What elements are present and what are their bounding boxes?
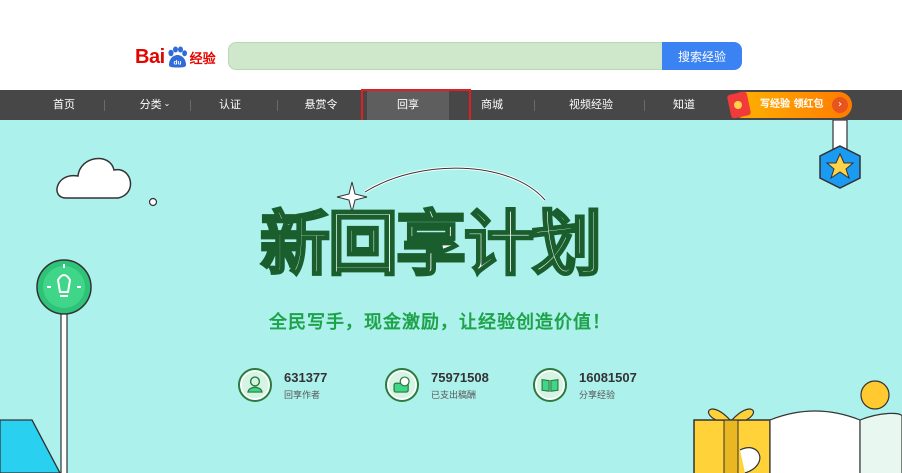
logo-text-bai: Bai: [135, 45, 165, 68]
baidu-jingyan-logo[interactable]: Bai du 经验: [135, 44, 216, 70]
hero-banner: 新回享计划 全民写手，现金激励，让经验创造价值！ 631377 回享作者 759…: [0, 120, 902, 473]
stat-label: 分享经验: [579, 391, 616, 401]
nav-item-certify[interactable]: 认证: [206, 90, 254, 120]
hero-title: 新回享计划: [260, 203, 600, 285]
lightbulb-sign-icon: [36, 259, 92, 473]
nav-item-bounty[interactable]: 悬赏令: [290, 90, 352, 120]
red-envelope-icon: [727, 91, 751, 119]
nav-divider: [190, 100, 191, 111]
hero-subtitle: 全民写手，现金激励，让经验创造价值！: [269, 312, 611, 333]
money-icon: [385, 368, 419, 402]
stat-label: 已支出稿酬: [431, 391, 477, 401]
arc-line: [364, 166, 547, 201]
nav-item-mall[interactable]: 商城: [468, 90, 516, 120]
star-sign-icon: [819, 120, 861, 189]
nav-item-zhidao[interactable]: 知道: [660, 90, 708, 120]
stat-label: 回享作者: [284, 391, 321, 401]
cloud-icon: [56, 157, 132, 199]
nav-divider: [644, 100, 645, 111]
nav-divider: [534, 100, 535, 111]
header: Bai du 经验 搜索经验: [0, 0, 902, 90]
logo-text-jingyan: 经验: [189, 51, 216, 67]
nav-label-bounty: 悬赏令: [304, 98, 338, 111]
stat-value: 631377: [284, 370, 328, 385]
nav-item-category[interactable]: 分类 ⌄: [124, 90, 186, 120]
author-icon: [238, 368, 272, 402]
nav-label-certify: 认证: [219, 98, 241, 111]
chevron-right-icon: ›: [832, 97, 848, 113]
nav-label-mall: 商城: [481, 98, 503, 111]
nav-divider: [104, 100, 105, 111]
triangle-shape: [0, 419, 61, 473]
nav-item-video[interactable]: 视频经验: [555, 90, 627, 120]
coin-icon: [860, 380, 890, 410]
arc-line-outline: [364, 167, 546, 201]
promo-label: 写经验 领红包: [760, 99, 824, 110]
stat-value: 16081507: [579, 370, 637, 385]
nav-label-category: 分类: [139, 98, 162, 111]
logo-text-du: du: [173, 60, 181, 67]
search-input[interactable]: [228, 42, 662, 70]
chevron-down-icon: ⌄: [163, 99, 171, 108]
nav-label-video: 视频经验: [569, 98, 613, 111]
nav-divider: [277, 100, 278, 111]
nav-item-home[interactable]: 首页: [40, 90, 88, 120]
open-book-icon: [769, 410, 902, 473]
stat-value: 75971508: [431, 370, 489, 385]
baidu-paw-icon: du: [168, 46, 187, 68]
nav-label-zhidao: 知道: [673, 98, 695, 111]
book-icon: [533, 368, 567, 402]
bubble-icon: [148, 197, 158, 207]
hero-decoration: 新回享计划: [0, 120, 902, 473]
search-button[interactable]: 搜索经验: [662, 42, 742, 70]
nav-label-home: 首页: [53, 98, 75, 111]
